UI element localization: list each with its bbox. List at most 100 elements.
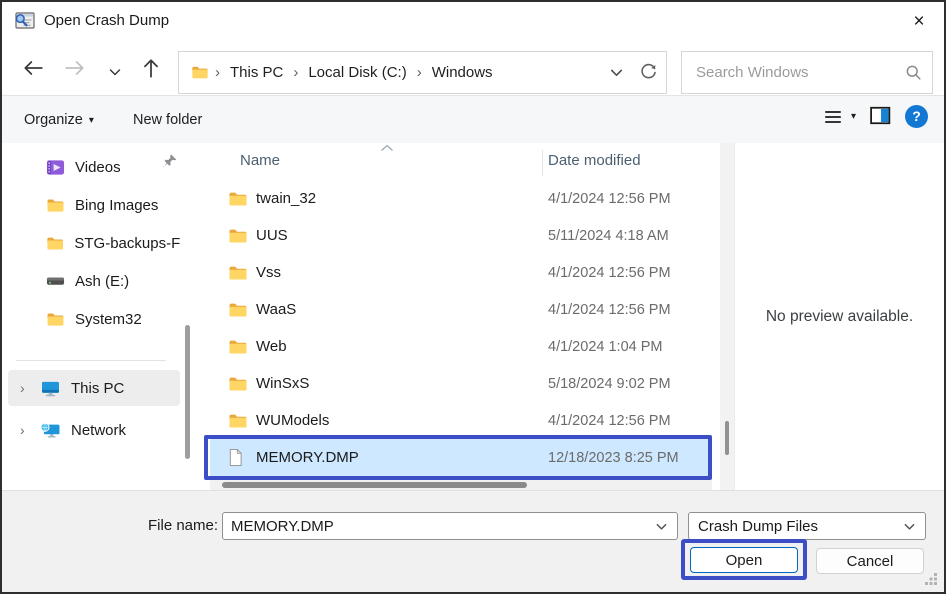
breadcrumb-this-pc[interactable]: This PC bbox=[226, 62, 287, 83]
drive-icon bbox=[46, 275, 65, 287]
address-dropdown-button[interactable] bbox=[608, 64, 625, 81]
sidebar-item-network[interactable]: › Network bbox=[8, 412, 180, 448]
combo-chevron-icon bbox=[902, 519, 917, 534]
back-icon bbox=[22, 59, 44, 77]
main-area: Videos Bing Images STG-backups-Fl Ash (E… bbox=[2, 143, 944, 490]
cancel-button[interactable]: Cancel bbox=[816, 548, 924, 574]
breadcrumb-separator: › bbox=[287, 64, 304, 81]
sidebar-item-label: System32 bbox=[75, 311, 142, 328]
resize-grip[interactable] bbox=[934, 582, 937, 585]
sidebar-item-label: This PC bbox=[71, 380, 124, 397]
pin-icon bbox=[162, 153, 178, 169]
title-bar: Open Crash Dump × bbox=[2, 2, 944, 42]
file-type-select[interactable]: Crash Dump Files bbox=[688, 512, 926, 540]
sidebar-item-this-pc[interactable]: › This PC bbox=[8, 370, 180, 406]
file-name-input[interactable] bbox=[223, 518, 654, 535]
file-row-vss[interactable]: Vss 4/1/2024 12:56 PM bbox=[210, 254, 712, 291]
folder-icon bbox=[228, 228, 248, 244]
app-icon bbox=[14, 11, 36, 31]
sidebar-item-stg-backups[interactable]: STG-backups-Fl bbox=[8, 225, 180, 261]
vertical-scrollbar-thumb[interactable] bbox=[725, 421, 729, 455]
caret-down-icon: ▾ bbox=[89, 115, 94, 126]
sidebar-item-label: Network bbox=[71, 422, 126, 439]
chevron-down-icon bbox=[107, 64, 123, 80]
folder-icon bbox=[228, 413, 248, 429]
expander-chevron-icon[interactable]: › bbox=[20, 380, 40, 396]
sidebar-item-label: Bing Images bbox=[75, 197, 158, 214]
address-bar[interactable]: › This PC › Local Disk (C:) › Windows bbox=[178, 51, 667, 94]
search-input[interactable] bbox=[686, 64, 905, 81]
help-button[interactable]: ? bbox=[905, 105, 928, 128]
file-date: 4/1/2024 12:56 PM bbox=[548, 413, 671, 429]
file-name: Web bbox=[256, 338, 287, 355]
navigation-pane: Videos Bing Images STG-backups-Fl Ash (E… bbox=[2, 143, 192, 490]
horizontal-scrollbar[interactable] bbox=[210, 480, 712, 490]
recent-locations-button[interactable] bbox=[102, 60, 128, 86]
vertical-scrollbar[interactable] bbox=[720, 143, 734, 490]
file-name-combobox bbox=[222, 512, 678, 540]
sidebar-item-bing-images[interactable]: Bing Images bbox=[8, 187, 180, 223]
help-icon: ? bbox=[912, 108, 921, 124]
preview-pane: No preview available. bbox=[734, 143, 944, 490]
up-button[interactable] bbox=[138, 56, 164, 82]
breadcrumb-separator: › bbox=[411, 64, 428, 81]
organize-button[interactable]: Organize ▾ bbox=[24, 106, 94, 134]
file-name: twain_32 bbox=[256, 190, 316, 207]
file-row-twain-32[interactable]: twain_32 4/1/2024 12:56 PM bbox=[210, 180, 712, 217]
file-row-uus[interactable]: UUS 5/11/2024 4:18 AM bbox=[210, 217, 712, 254]
open-button[interactable]: Open bbox=[690, 547, 798, 573]
file-row-winsxs[interactable]: WinSxS 5/18/2024 9:02 PM bbox=[210, 365, 712, 402]
file-date: 4/1/2024 12:56 PM bbox=[548, 191, 671, 207]
column-header-date-modified[interactable]: Date modified bbox=[548, 152, 641, 169]
forward-button[interactable] bbox=[62, 56, 88, 82]
file-name: WinSxS bbox=[256, 375, 309, 392]
file-row-memory-dmp[interactable]: MEMORY.DMP 12/18/2023 8:25 PM bbox=[210, 439, 712, 476]
folder-icon bbox=[228, 376, 248, 392]
sidebar-scrollbar-thumb[interactable] bbox=[185, 325, 190, 459]
folder-icon bbox=[228, 265, 248, 281]
dialog-footer: File name: Crash Dump Files Open Cancel bbox=[2, 490, 944, 592]
combo-chevron-icon[interactable] bbox=[654, 519, 669, 534]
search-box bbox=[681, 51, 933, 94]
sidebar-item-label: Videos bbox=[75, 159, 121, 176]
folder-icon bbox=[228, 191, 248, 207]
network-icon bbox=[40, 422, 61, 439]
folder-icon bbox=[191, 65, 209, 80]
column-header-name[interactable]: Name bbox=[240, 152, 280, 169]
folder-icon bbox=[46, 236, 64, 251]
breadcrumb-local-disk-c[interactable]: Local Disk (C:) bbox=[304, 62, 410, 83]
column-divider[interactable] bbox=[542, 150, 543, 176]
sidebar-item-ash-drive[interactable]: Ash (E:) bbox=[8, 263, 180, 299]
refresh-button[interactable] bbox=[639, 63, 658, 82]
back-button[interactable] bbox=[20, 56, 46, 82]
file-row-waas[interactable]: WaaS 4/1/2024 12:56 PM bbox=[210, 291, 712, 328]
new-folder-label: New folder bbox=[133, 112, 202, 128]
sort-ascending-icon bbox=[380, 144, 394, 152]
computer-icon bbox=[40, 380, 61, 397]
file-row-wumodels[interactable]: WUModels 4/1/2024 12:56 PM bbox=[210, 402, 712, 439]
file-row-web[interactable]: Web 4/1/2024 1:04 PM bbox=[210, 328, 712, 365]
expander-chevron-icon[interactable]: › bbox=[20, 422, 40, 438]
file-list-pane: Name Date modified twain_32 4/1/2024 12:… bbox=[192, 143, 944, 490]
views-button[interactable]: ▾ bbox=[823, 108, 856, 126]
file-name: UUS bbox=[256, 227, 288, 244]
column-header-row: Name Date modified bbox=[192, 143, 732, 180]
preview-pane-button[interactable] bbox=[870, 106, 891, 128]
close-button[interactable]: × bbox=[902, 6, 936, 38]
list-view-icon bbox=[823, 108, 843, 126]
new-folder-button[interactable]: New folder bbox=[133, 106, 202, 134]
file-date: 4/1/2024 12:56 PM bbox=[548, 302, 671, 318]
open-crash-dump-dialog: Open Crash Dump × › This PC › Local Disk… bbox=[0, 0, 946, 594]
file-date: 4/1/2024 1:04 PM bbox=[548, 339, 662, 355]
sidebar-item-videos[interactable]: Videos bbox=[8, 149, 180, 185]
folder-icon bbox=[46, 312, 65, 327]
search-icon bbox=[905, 64, 922, 81]
window-title: Open Crash Dump bbox=[44, 12, 169, 29]
caret-down-icon: ▾ bbox=[851, 111, 856, 122]
sidebar-item-system32[interactable]: System32 bbox=[8, 301, 180, 337]
breadcrumb-windows[interactable]: Windows bbox=[428, 62, 497, 83]
file-name: MEMORY.DMP bbox=[256, 449, 359, 466]
file-rows: twain_32 4/1/2024 12:56 PM UUS 5/11/2024… bbox=[210, 180, 712, 476]
chevron-down-icon bbox=[608, 64, 625, 81]
horizontal-scrollbar-thumb[interactable] bbox=[222, 482, 527, 488]
